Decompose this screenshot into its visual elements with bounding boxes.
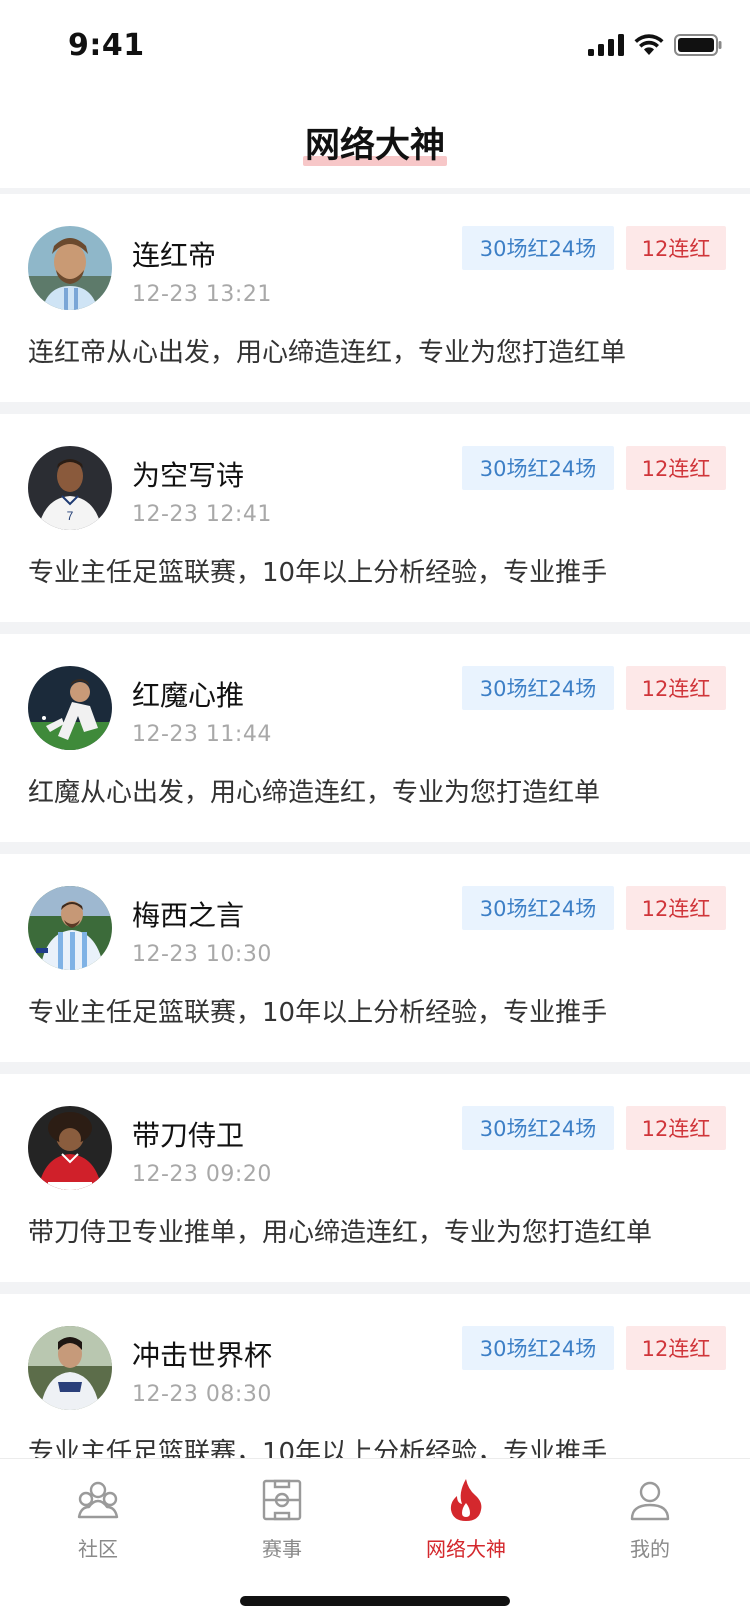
expert-card[interactable]: 带刀侍卫 12-23 09:20 30场红24场 12连红 带刀侍卫专业推单，用… — [0, 1074, 750, 1294]
avatar[interactable] — [28, 666, 112, 750]
expert-card[interactable]: 梅西之言 12-23 10:30 30场红24场 12连红 专业主任足篮联赛，1… — [0, 854, 750, 1074]
status-icons — [588, 34, 722, 56]
post-time: 12-23 10:30 — [132, 942, 272, 967]
avatar[interactable] — [28, 226, 112, 310]
post-time: 12-23 08:30 — [132, 1382, 272, 1407]
tab-matches[interactable]: 赛事 — [222, 1477, 342, 1562]
svg-text:7: 7 — [67, 509, 74, 523]
post-time: 12-23 09:20 — [132, 1162, 272, 1187]
record-badge: 30场红24场 — [462, 446, 614, 490]
tab-label: 网络大神 — [426, 1537, 506, 1561]
expert-description: 专业主任足篮联赛，10年以上分析经验，专业推手 — [28, 1438, 608, 1458]
expert-card[interactable]: 7 为空写诗 12-23 12:41 30场红24场 12连红 专业主任足篮联赛… — [0, 414, 750, 634]
record-badge: 30场红24场 — [462, 886, 614, 930]
post-time: 12-23 12:41 — [132, 502, 272, 527]
streak-badge: 12连红 — [626, 1106, 726, 1150]
expert-description: 专业主任足篮联赛，10年以上分析经验，专业推手 — [28, 998, 608, 1028]
cellular-signal-icon — [588, 34, 624, 56]
status-bar: 9:41 — [0, 0, 750, 96]
page-title: 网络大神 — [302, 117, 448, 168]
expert-card[interactable]: 红魔心推 12-23 11:44 30场红24场 12连红 红魔从心出发，用心缔… — [0, 634, 750, 854]
avatar[interactable] — [28, 886, 112, 970]
profile-icon — [630, 1481, 670, 1521]
streak-badge: 12连红 — [626, 886, 726, 930]
expert-description: 连红帝从心出发，用心缔造连红，专业为您打造红单 — [28, 338, 627, 368]
tab-label: 我的 — [630, 1537, 670, 1561]
post-time: 12-23 13:21 — [132, 282, 272, 307]
avatar[interactable] — [28, 1326, 112, 1410]
streak-badge: 12连红 — [626, 226, 726, 270]
wifi-icon — [634, 34, 664, 55]
post-time: 12-23 11:44 — [132, 722, 272, 747]
streak-badge: 12连红 — [626, 666, 726, 710]
tab-label: 社区 — [78, 1537, 118, 1561]
tab-community[interactable]: 社区 — [38, 1477, 158, 1562]
expert-card[interactable]: 冲击世界杯 12-23 08:30 30场红24场 12连红 专业主任足篮联赛，… — [0, 1294, 750, 1458]
expert-name: 连红帝 — [132, 239, 217, 272]
streak-badge: 12连红 — [626, 446, 726, 490]
battery-icon — [674, 34, 722, 56]
expert-name: 红魔心推 — [132, 679, 245, 712]
expert-description: 红魔从心出发，用心缔造连红，专业为您打造红单 — [28, 778, 601, 808]
record-badge: 30场红24场 — [462, 1326, 614, 1370]
tab-experts[interactable]: 网络大神 — [406, 1477, 526, 1562]
status-time: 9:41 — [68, 28, 145, 63]
record-badge: 30场红24场 — [462, 666, 614, 710]
expert-name: 梅西之言 — [132, 899, 245, 932]
expert-name: 带刀侍卫 — [132, 1119, 245, 1152]
community-icon — [77, 1481, 119, 1519]
flame-icon — [450, 1479, 482, 1521]
tab-profile[interactable]: 我的 — [590, 1477, 710, 1562]
match-field-icon — [262, 1479, 302, 1521]
expert-name: 为空写诗 — [132, 459, 245, 492]
expert-list: 连红帝 12-23 13:21 30场红24场 12连红 连红帝从心出发，用心缔… — [0, 194, 750, 1458]
record-badge: 30场红24场 — [462, 1106, 614, 1150]
avatar[interactable] — [28, 1106, 112, 1190]
tab-label: 赛事 — [262, 1537, 302, 1561]
streak-badge: 12连红 — [626, 1326, 726, 1370]
expert-name: 冲击世界杯 — [132, 1339, 273, 1372]
expert-description: 带刀侍卫专业推单，用心缔造连红，专业为您打造红单 — [28, 1218, 653, 1248]
nav-header: 网络大神 — [0, 96, 750, 188]
home-indicator — [240, 1596, 510, 1606]
expert-description: 专业主任足篮联赛，10年以上分析经验，专业推手 — [28, 558, 608, 588]
expert-card[interactable]: 连红帝 12-23 13:21 30场红24场 12连红 连红帝从心出发，用心缔… — [0, 194, 750, 414]
avatar[interactable]: 7 — [28, 446, 112, 530]
record-badge: 30场红24场 — [462, 226, 614, 270]
